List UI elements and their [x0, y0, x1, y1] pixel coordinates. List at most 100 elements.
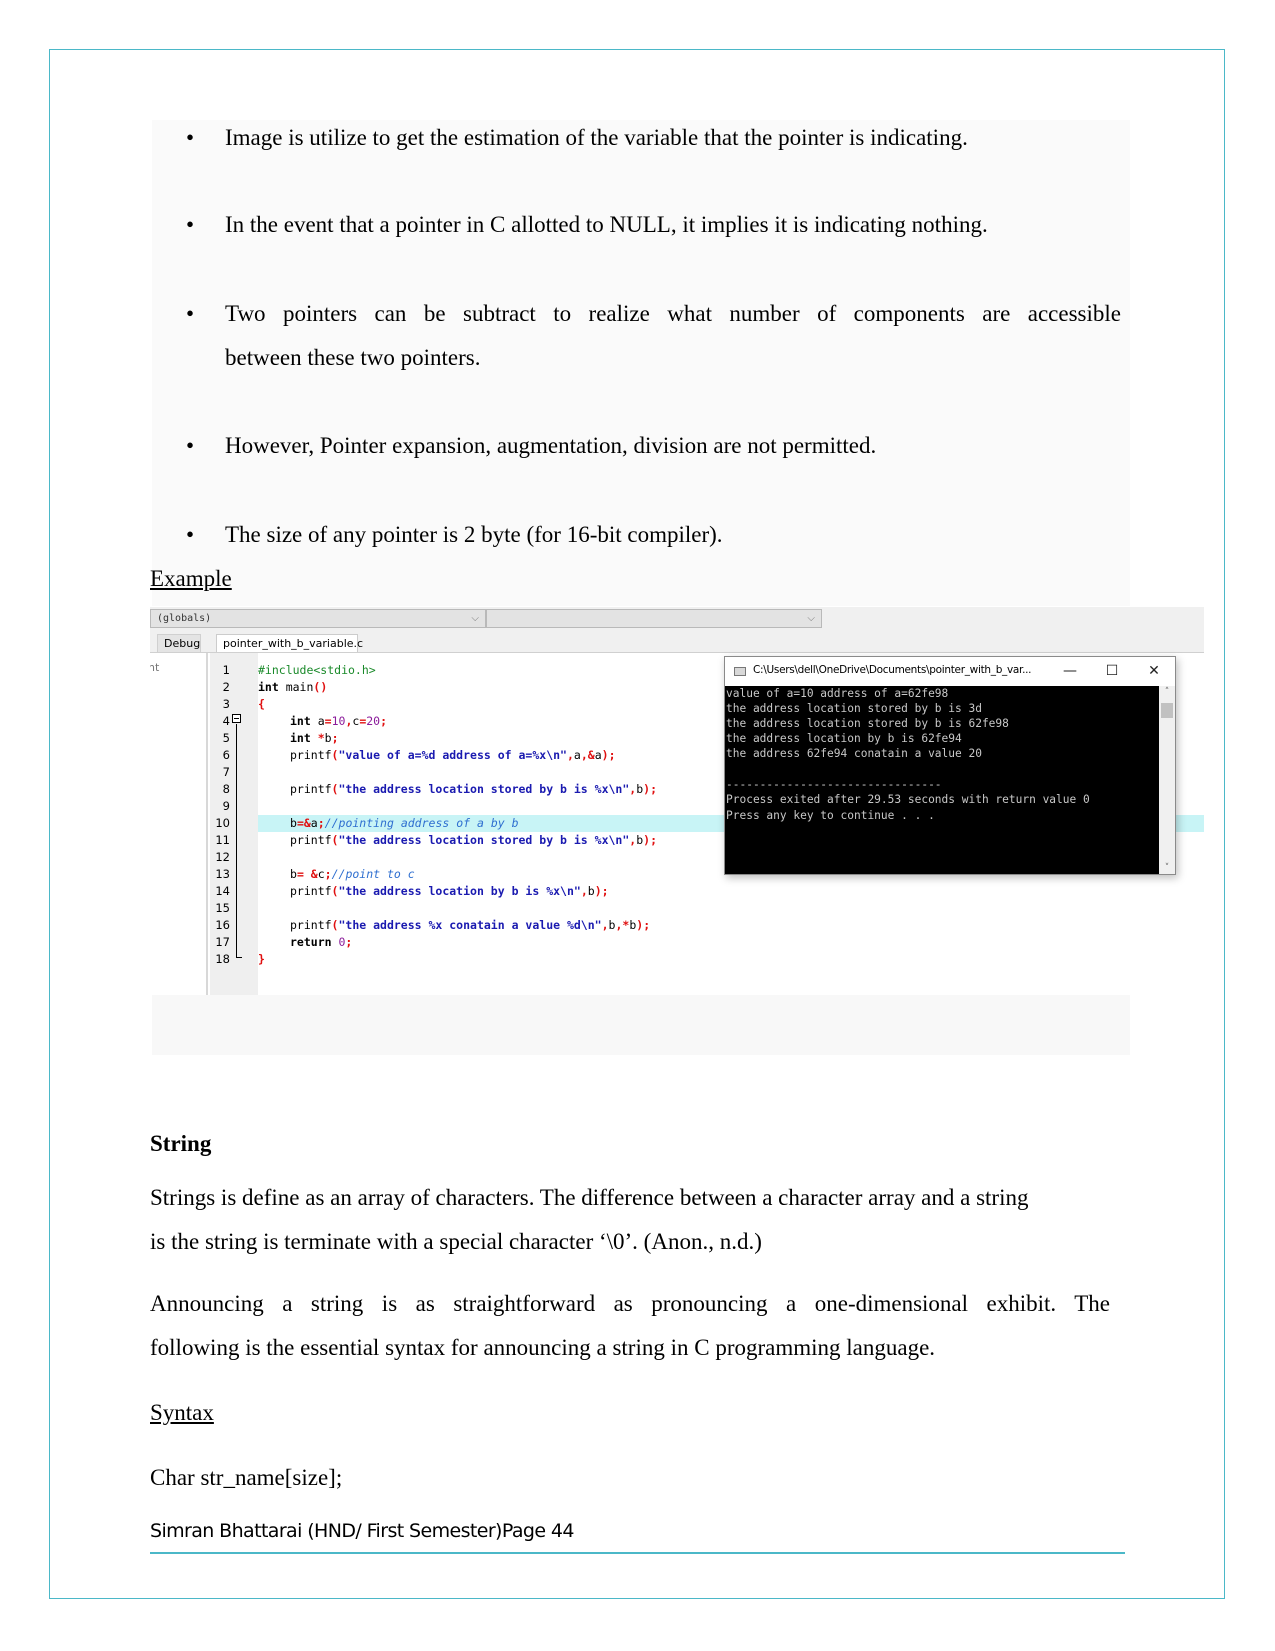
tab-debug[interactable]: Debug: [157, 634, 201, 652]
syntax-heading: Syntax: [150, 1400, 214, 1425]
code-token: b: [587, 884, 595, 898]
console-line: Process exited after 29.53 seconds with …: [726, 793, 1090, 806]
console-line: value of a=10 address of a=62fe98: [726, 687, 949, 700]
bullet-icon: •: [186, 212, 195, 237]
code-token: b: [324, 731, 332, 745]
code-token: a: [573, 748, 581, 762]
line-number: 2: [222, 680, 230, 694]
bullet-text: In the event that a pointer in C allotte…: [225, 212, 988, 237]
console-line: the address location stored by b is 3d: [726, 702, 982, 715]
code-token: 20: [366, 714, 381, 728]
code-token: ,: [580, 884, 588, 898]
line-number-gutter: 1 2 3 4 5 6 7 8 9 10 11 12 13 14 15 16 17 18: [210, 653, 258, 995]
line-number: 15: [215, 901, 230, 915]
line-number: 6: [222, 748, 230, 762]
code-comment: //pointing address of a by b: [324, 816, 519, 830]
bullet-icon: •: [186, 301, 195, 326]
maximize-button[interactable]: ☐: [1097, 660, 1127, 682]
code-token: );: [643, 833, 658, 847]
scope-dropdown[interactable]: (globals) ⌵: [150, 609, 486, 628]
code-token: ;: [345, 935, 353, 949]
paragraph-line: Announcing a string is as straightforwar…: [150, 1291, 1110, 1316]
code-token: ,: [580, 748, 588, 762]
console-line: the address 62fe94 conatain a value 20: [726, 747, 982, 760]
bullet-text: Image is utilize to get the estimation o…: [225, 125, 968, 150]
line-number: 9: [222, 799, 230, 813]
console-title-bar[interactable]: C:\Users\dell\OneDrive\Documents\pointer…: [725, 657, 1175, 686]
code-token: a: [310, 816, 318, 830]
member-dropdown[interactable]: ⌵: [486, 609, 822, 628]
scroll-down-icon[interactable]: ˅: [1159, 863, 1175, 873]
close-button[interactable]: ✕: [1139, 660, 1169, 682]
footer-rule: [150, 1552, 1125, 1554]
code-token: );: [643, 782, 658, 796]
fold-line: [236, 724, 237, 957]
code-token: int: [290, 731, 311, 745]
tab-file[interactable]: pointer_with_b_variable.c: [216, 634, 363, 652]
code-token: printf: [290, 918, 332, 932]
scroll-thumb[interactable]: [1161, 703, 1173, 718]
code-token: ,: [566, 748, 574, 762]
bullet-icon: •: [186, 125, 195, 150]
code-token: =&: [296, 816, 311, 830]
code-token: 10: [331, 714, 346, 728]
paragraph-line: Strings is define as an array of charact…: [150, 1185, 1029, 1210]
page-footer: Simran Bhattarai (HND/ First Semester)Pa…: [150, 1520, 574, 1542]
code-token: 0: [331, 935, 346, 949]
console-app-icon: [734, 667, 746, 676]
code-token: );: [601, 748, 616, 762]
bullet-icon: •: [186, 433, 195, 458]
code-line: return 0;: [258, 934, 1204, 951]
code-token: ;: [380, 714, 388, 728]
code-token: (): [313, 680, 328, 694]
console-line: --------------------------------: [726, 778, 942, 791]
code-token: int: [258, 680, 279, 694]
code-token: int: [290, 714, 311, 728]
paragraph-line: following is the essential syntax for an…: [150, 1335, 936, 1360]
console-line: Press any key to continue . . .: [726, 809, 935, 822]
code-line: }: [258, 951, 1204, 968]
code-token: c: [317, 867, 325, 881]
code-token: {: [258, 697, 265, 711]
code-token: "the address %x conatain a value %d\n": [338, 918, 602, 932]
code-token: b: [290, 816, 297, 830]
code-token: *: [310, 731, 325, 745]
line-number: 14: [215, 884, 230, 898]
ide-tab-bar: Debug pointer_with_b_variable.c: [150, 631, 1204, 653]
bullet-text-line2: between these two pointers.: [225, 345, 481, 370]
bullet-icon: •: [186, 522, 195, 547]
line-number: 18: [215, 952, 230, 966]
project-panel-text: nt: [150, 661, 160, 674]
code-token: main: [278, 680, 314, 694]
code-token: printf: [290, 884, 332, 898]
example-heading: Example: [150, 566, 232, 591]
image-bottom-background: [152, 995, 1130, 1055]
syntax-code: Char str_name[size];: [150, 1465, 343, 1490]
bullet-text-line1: Two pointers can be subtract to realize …: [225, 301, 1121, 326]
code-line: printf("the address location by b is %x\…: [258, 883, 1204, 900]
project-panel: nt: [150, 653, 208, 995]
line-number: 4: [222, 714, 230, 728]
minimize-button[interactable]: —: [1055, 660, 1085, 682]
code-token: printf: [290, 748, 332, 762]
code-token: ;: [317, 816, 325, 830]
code-token: "the address location stored by b is %x\…: [338, 782, 630, 796]
code-token: ,*: [615, 918, 630, 932]
code-token: "the address location by b is %x\n": [338, 884, 581, 898]
code-token: printf: [290, 782, 332, 796]
code-token: ;: [324, 867, 332, 881]
scroll-up-icon[interactable]: ˄: [1159, 687, 1175, 697]
code-token: = &: [296, 867, 318, 881]
code-token: b: [290, 867, 297, 881]
code-line: printf("the address %x conatain a value …: [258, 917, 1204, 934]
code-token: a: [310, 714, 325, 728]
line-number: 7: [222, 765, 230, 779]
scope-dropdown-value: (globals): [157, 613, 212, 624]
line-number: 1: [222, 663, 230, 677]
console-scrollbar[interactable]: ˄ ˅: [1159, 686, 1175, 874]
section-heading-string: String: [150, 1131, 212, 1156]
code-token: printf: [290, 833, 332, 847]
fold-toggle-icon[interactable]: [232, 714, 241, 723]
line-number: 3: [222, 697, 230, 711]
code-token: );: [594, 884, 609, 898]
